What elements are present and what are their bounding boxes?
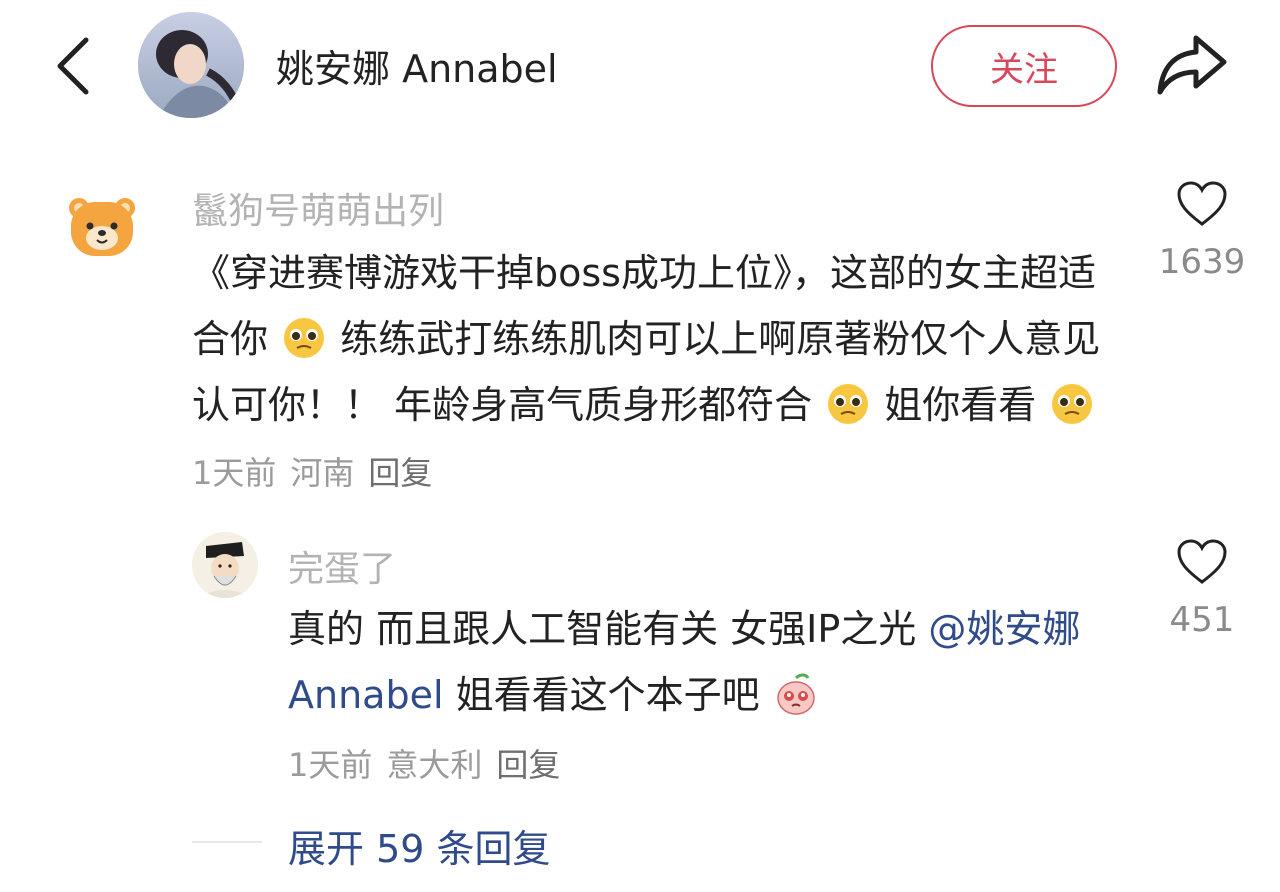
pleading-face-icon: [284, 318, 325, 358]
reply-text: 姐看看这个本子吧: [443, 673, 760, 717]
like-count: 1639: [1158, 242, 1246, 282]
peach-crying-icon: [776, 673, 815, 715]
pleading-face-icon: [828, 384, 869, 424]
comment-time: 1天前: [192, 454, 277, 492]
author-name[interactable]: 姚安娜 Annabel: [276, 38, 558, 93]
heart-icon[interactable]: [1176, 180, 1228, 228]
post-header: 姚安娜 Annabel 关注: [0, 0, 1280, 135]
pleading-face-icon: [1052, 384, 1093, 424]
comment-username[interactable]: 鬣狗号萌萌出列: [192, 182, 444, 234]
scholar-avatar-icon: [192, 532, 258, 598]
divider: [192, 841, 262, 843]
reply-time: 1天前: [288, 746, 373, 784]
like-count: 451: [1169, 600, 1235, 640]
reply-button[interactable]: 回复: [496, 746, 560, 784]
comment-text: 姐你看看: [884, 383, 1037, 427]
bear-avatar-icon[interactable]: [67, 196, 137, 258]
reply-button[interactable]: 回复: [368, 454, 432, 492]
comment-body: 《穿进赛博游戏干掉boss成功上位》，这部的女主超适合你 练练武打练练肌肉可以上…: [192, 240, 1122, 506]
comment-location: 河南: [290, 454, 355, 492]
reply-location: 意大利: [386, 746, 483, 784]
scholar-avatar[interactable]: [192, 532, 258, 598]
heart-icon[interactable]: [1176, 538, 1228, 586]
follow-button[interactable]: 关注: [931, 25, 1117, 107]
like-control[interactable]: 451: [1162, 538, 1242, 640]
author-photo: [138, 12, 244, 118]
author-avatar[interactable]: [138, 12, 244, 118]
back-arrow-icon[interactable]: [50, 34, 100, 98]
reply-meta: 1天前 意大利 回复: [288, 740, 560, 786]
reply-username[interactable]: 完蛋了: [288, 540, 396, 592]
reply-body: 真的 而且跟人工智能有关 女强IP之光 @姚安娜Annabel 姐看看这个本子吧: [288, 596, 1128, 728]
share-icon[interactable]: [1156, 32, 1228, 96]
expand-replies-button[interactable]: 展开 59 条回复: [288, 818, 551, 873]
comment-meta: 1天前 河南 回复: [192, 454, 446, 492]
reply-text: 真的 而且跟人工智能有关 女强IP之光: [288, 607, 929, 651]
like-control[interactable]: 1639: [1159, 180, 1245, 282]
